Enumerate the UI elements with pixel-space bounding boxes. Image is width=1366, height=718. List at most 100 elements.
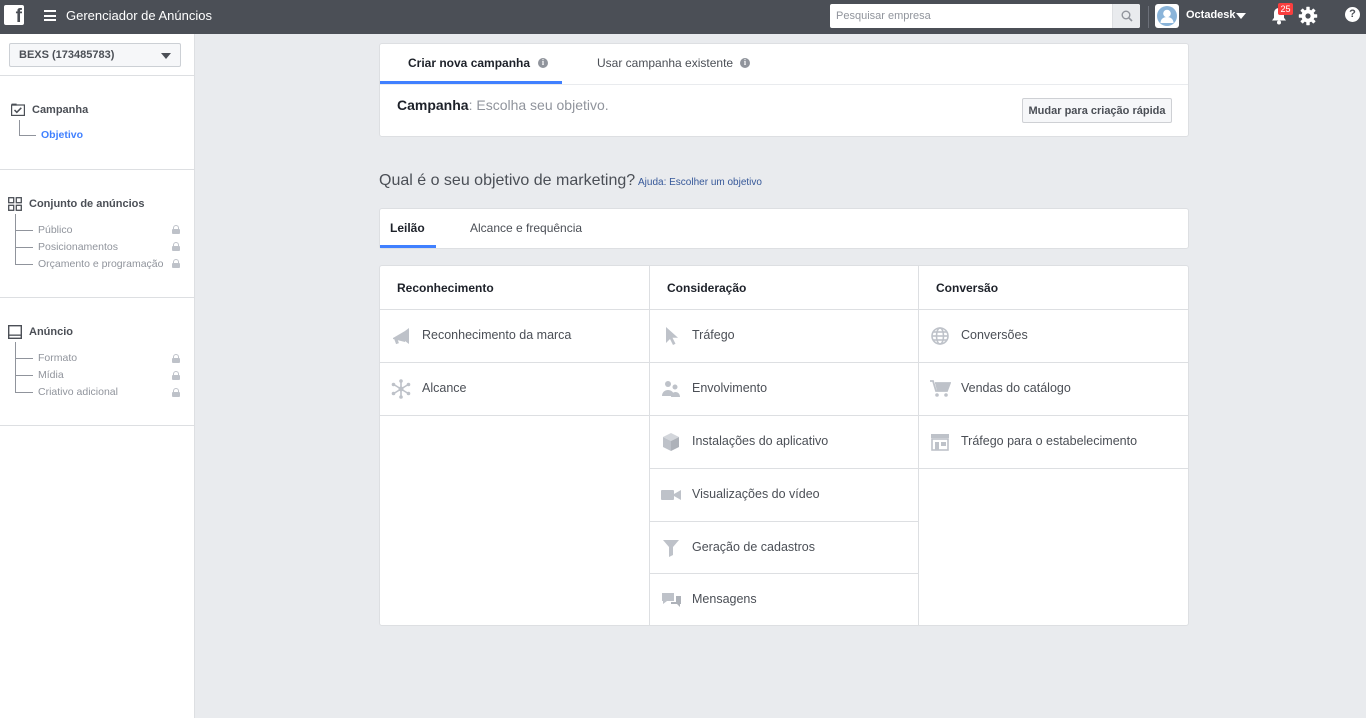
box-icon <box>663 433 679 451</box>
tree-line <box>15 375 33 376</box>
account-selector[interactable]: BEXS (173485783) <box>9 43 181 67</box>
topbar-separator <box>1148 6 1149 28</box>
search-button[interactable] <box>1112 4 1140 28</box>
objective-label: Mensagens <box>692 592 757 606</box>
objective-video-views[interactable]: Visualizações do vídeo <box>650 468 919 521</box>
column-title: Conversão <box>936 281 999 295</box>
sidebar-divider <box>0 425 195 426</box>
tree-line <box>15 230 33 231</box>
user-dropdown-icon[interactable] <box>1236 13 1246 19</box>
top-bar: f Gerenciador de Anúncios Octadesk 25 ? <box>0 0 1366 34</box>
lock-icon <box>172 371 180 380</box>
objective-lead-generation[interactable]: Geração de cadastros <box>650 521 919 574</box>
tree-line <box>15 247 33 248</box>
row-divider <box>380 415 650 416</box>
lock-icon <box>172 259 180 268</box>
account-name: BEXS (173485783) <box>19 49 115 61</box>
objective-label: Tráfego para o estabelecimento <box>961 434 1138 448</box>
tab-use-existing-campaign[interactable]: Usar campanha existente <box>597 56 733 70</box>
tree-line <box>19 120 20 136</box>
cursor-icon <box>666 327 678 345</box>
avatar[interactable] <box>1155 4 1179 28</box>
sidebar-item-media[interactable]: Mídia <box>38 369 64 381</box>
chevron-down-icon <box>161 53 171 59</box>
objective-app-installs[interactable]: Instalações do aplicativo <box>650 415 919 468</box>
help-icon[interactable]: ? <box>1345 7 1360 22</box>
lock-icon <box>172 388 180 397</box>
sidebar-item-format[interactable]: Formato <box>38 352 77 364</box>
objective-store-traffic[interactable]: Tráfego para o estabelecimento <box>919 415 1188 468</box>
sidebar-item-adset[interactable]: Conjunto de anúncios <box>29 198 145 210</box>
step-title-bold: Campanha <box>397 97 469 113</box>
sidebar-item-budget-schedule[interactable]: Orçamento e programação <box>38 258 163 270</box>
menu-icon[interactable] <box>44 10 56 21</box>
sidebar-item-campaign[interactable]: Campanha <box>32 104 88 116</box>
sidebar-item-objective[interactable]: Objetivo <box>41 129 83 141</box>
tab-auction[interactable]: Leilão <box>390 221 425 235</box>
objective-label: Vendas do catálogo <box>961 381 1071 395</box>
objective-conversions[interactable]: Conversões <box>919 309 1188 362</box>
objective-label: Geração de cadastros <box>692 540 815 554</box>
help-choose-objective-link[interactable]: Escolher um objetivo <box>669 177 762 188</box>
objective-label: Envolvimento <box>692 381 768 395</box>
column-title: Consideração <box>667 281 747 295</box>
chat-bubbles-icon <box>662 593 681 607</box>
objective-messages[interactable]: Mensagens <box>650 573 919 626</box>
objective-reach[interactable]: Alcance <box>380 362 650 415</box>
video-camera-icon <box>661 490 681 500</box>
objective-catalog-sales[interactable]: Vendas do catálogo <box>919 362 1188 415</box>
step-title-rest: : Escolha seu objetivo. <box>468 97 609 113</box>
store-icon <box>931 434 949 451</box>
campaign-card: Criar nova campanha i Usar campanha exis… <box>379 43 1189 137</box>
row-divider <box>919 468 1188 469</box>
settings-gear-icon[interactable] <box>1298 6 1318 26</box>
sidebar-item-audience[interactable]: Público <box>38 224 72 236</box>
lock-icon <box>172 354 180 363</box>
sidebar-item-ad[interactable]: Anúncio <box>29 326 73 338</box>
sidebar-divider <box>0 169 195 170</box>
tab-reach-frequency[interactable]: Alcance e frequência <box>470 221 582 235</box>
sidebar: BEXS (173485783) Campanha Objetivo Conju… <box>0 34 195 718</box>
quick-creation-button[interactable]: Mudar para criação rápida <box>1022 98 1172 123</box>
facebook-logo-icon[interactable]: f <box>4 5 24 27</box>
sidebar-divider <box>0 75 195 76</box>
sidebar-item-placements[interactable]: Posicionamentos <box>38 241 118 253</box>
people-icon <box>662 381 680 397</box>
objective-engagement[interactable]: Envolvimento <box>650 362 919 415</box>
tab-create-new-campaign[interactable]: Criar nova campanha <box>408 56 530 70</box>
info-icon[interactable]: i <box>740 58 750 68</box>
search-box <box>830 4 1140 28</box>
buying-type-tabs: Leilão Alcance e frequência <box>379 208 1189 249</box>
ad-square-icon <box>8 325 22 339</box>
active-tab-indicator <box>380 245 436 248</box>
objective-label: Alcance <box>422 381 467 395</box>
campaign-folder-icon <box>11 103 25 116</box>
tree-line <box>15 358 33 359</box>
reach-icon <box>391 379 411 399</box>
info-icon[interactable]: i <box>538 58 548 68</box>
objective-label: Tráfego <box>692 328 735 342</box>
sidebar-item-additional-creative[interactable]: Criativo adicional <box>38 386 118 398</box>
objective-label: Instalações do aplicativo <box>692 434 829 448</box>
step-title: Campanha: Escolha seu objetivo. <box>397 97 609 113</box>
search-icon <box>1121 10 1133 22</box>
objective-traffic[interactable]: Tráfego <box>650 309 919 362</box>
tree-line <box>19 135 36 136</box>
objective-brand-awareness[interactable]: Reconhecimento da marca <box>380 309 650 362</box>
column-consideration: Consideração Tráfego Envolvimento Instal… <box>650 266 919 625</box>
tree-line <box>15 392 33 393</box>
objectives-grid: Reconhecimento Reconhecimento da marca A… <box>379 265 1189 626</box>
cart-icon <box>930 380 951 397</box>
column-awareness: Reconhecimento Reconhecimento da marca A… <box>380 266 650 625</box>
funnel-icon <box>663 540 679 557</box>
search-input[interactable] <box>830 4 1112 28</box>
objective-question: Qual é o seu objetivo de marketing? <box>379 172 636 189</box>
user-silhouette-icon <box>1160 9 1174 23</box>
objective-label: Reconhecimento da marca <box>422 328 572 342</box>
objective-label: Conversões <box>961 328 1028 342</box>
lock-icon <box>172 242 180 251</box>
user-name[interactable]: Octadesk <box>1186 9 1236 21</box>
sidebar-divider <box>0 297 195 298</box>
adset-grid-icon <box>8 197 22 211</box>
app-title: Gerenciador de Anúncios <box>66 8 212 23</box>
